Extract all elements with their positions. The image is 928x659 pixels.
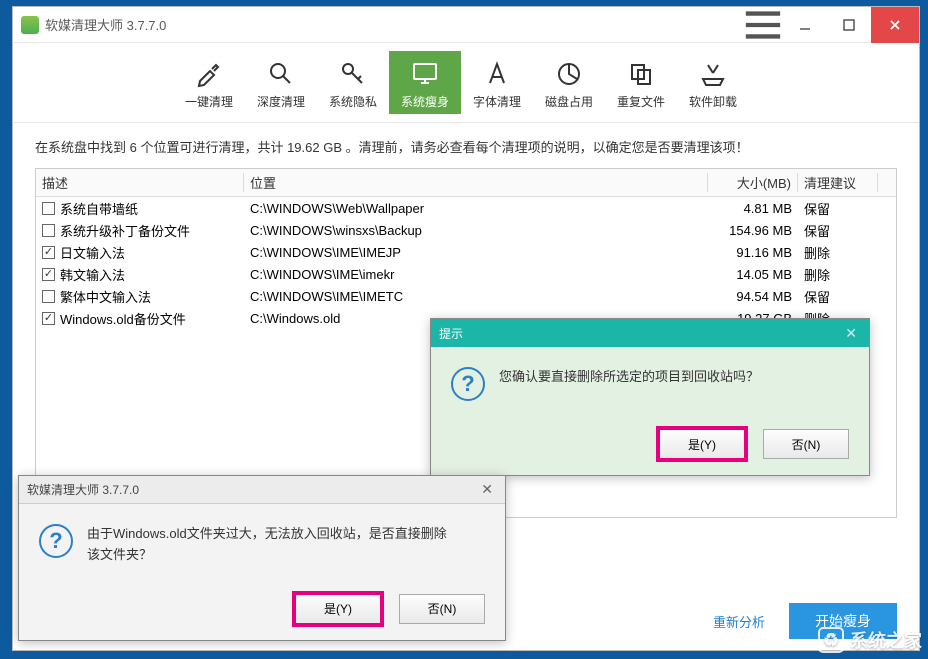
windowsold-dialog: 软媒清理大师 3.7.7.0 ✕ ? 由于Windows.old文件夹过大，无法… [18,475,506,641]
tool-label: 系统瘦身 [401,93,449,110]
row-suggestion: 删除 [798,265,878,284]
col-sug-header[interactable]: 清理建议 [798,173,878,192]
dialog2-body: ? 由于Windows.old文件夹过大，无法放入回收站，是否直接删除该文件夹？ [19,504,505,584]
dialog2-buttons: 是(Y) 否(N) [19,584,505,640]
row-suggestion: 保留 [798,287,878,306]
tool-label: 磁盘占用 [545,93,593,110]
maximize-button[interactable] [827,7,871,43]
row-size: 94.54 MB [708,289,798,304]
row-suggestion: 删除 [798,243,878,262]
duplicate-icon [626,57,656,91]
tool-label: 重复文件 [617,93,665,110]
table-header: 描述 位置 大小(MB) 清理建议 [36,169,896,197]
piechart-icon [554,57,584,91]
row-checkbox[interactable] [42,290,55,303]
yes-button[interactable]: 是(Y) [295,594,381,624]
row-size: 91.16 MB [708,245,798,260]
dialog-title: 提示 [439,325,463,342]
col-size-header[interactable]: 大小(MB) [708,173,798,192]
dialog2-titlebar: 软媒清理大师 3.7.7.0 ✕ [19,476,505,504]
brush-icon [194,57,224,91]
tool-font[interactable]: 字体清理 [461,51,533,114]
yes-button[interactable]: 是(Y) [659,429,745,459]
titlebar: 软媒清理大师 3.7.7.0 [13,7,919,43]
col-loc-header[interactable]: 位置 [244,173,708,192]
tool-piechart[interactable]: 磁盘占用 [533,51,605,114]
row-checkbox[interactable] [42,202,55,215]
row-size: 4.81 MB [708,201,798,216]
tool-label: 软件卸载 [689,93,737,110]
tool-label: 字体清理 [473,93,521,110]
row-checkbox[interactable]: ✓ [42,268,55,281]
row-desc: Windows.old备份文件 [60,309,186,328]
row-desc: 日文输入法 [60,243,125,262]
tool-magnifier[interactable]: 深度清理 [245,51,317,114]
font-icon [482,57,512,91]
tool-recycle[interactable]: 软件卸载 [677,51,749,114]
tool-brush[interactable]: 一键清理 [173,51,245,114]
tool-monitor[interactable]: 系统瘦身 [389,51,461,114]
start-button[interactable]: 开始瘦身 [789,603,897,639]
tool-duplicate[interactable]: 重复文件 [605,51,677,114]
table-row[interactable]: 系统升级补丁备份文件 C:\WINDOWS\winsxs\Backup154.96… [36,219,896,241]
recycle-icon [698,57,728,91]
close-button[interactable] [871,7,919,43]
table-row[interactable]: ✓ 韩文输入法 C:\WINDOWS\IME\imekr14.05 MB删除 [36,263,896,285]
no-button[interactable]: 否(N) [763,429,849,459]
confirm-dialog: 提示 ✕ ? 您确认要直接删除所选定的项目到回收站吗？ 是(Y) 否(N) [430,318,870,476]
dialog-body: ? 您确认要直接删除所选定的项目到回收站吗？ [431,347,869,419]
dialog2-message: 由于Windows.old文件夹过大，无法放入回收站，是否直接删除该文件夹？ [87,524,447,566]
dialog-titlebar: 提示 ✕ [431,319,869,347]
minimize-button[interactable] [783,7,827,43]
row-location: C:\WINDOWS\IME\IMETC [244,289,708,304]
row-checkbox[interactable]: ✓ [42,312,55,325]
question-icon: ? [451,367,485,401]
tool-label: 一键清理 [185,93,233,110]
table-row[interactable]: ✓ 日文输入法 C:\WINDOWS\IME\IMEJP91.16 MB删除 [36,241,896,263]
table-row[interactable]: 系统自带墙纸 C:\WINDOWS\Web\Wallpaper4.81 MB保留 [36,197,896,219]
row-desc: 系统升级补丁备份文件 [60,221,190,240]
row-size: 14.05 MB [708,267,798,282]
row-location: C:\WINDOWS\IME\imekr [244,267,708,282]
dialog-message: 您确认要直接删除所选定的项目到回收站吗？ [499,367,759,388]
row-desc: 韩文输入法 [60,265,125,284]
row-checkbox[interactable] [42,224,55,237]
row-suggestion: 保留 [798,221,878,240]
tool-label: 深度清理 [257,93,305,110]
dialog-close-icon[interactable]: ✕ [841,325,861,342]
row-suggestion: 保留 [798,199,878,218]
app-icon [21,16,39,34]
row-location: C:\WINDOWS\Web\Wallpaper [244,201,708,216]
magnifier-icon [266,57,296,91]
row-size: 154.96 MB [708,223,798,238]
dialog2-close-icon[interactable]: ✕ [477,481,497,498]
tool-label: 系统隐私 [329,93,377,110]
table-row[interactable]: 繁体中文输入法 C:\WINDOWS\IME\IMETC94.54 MB保留 [36,285,896,307]
row-desc: 繁体中文输入法 [60,287,151,306]
dialog-buttons: 是(Y) 否(N) [431,419,869,475]
main-toolbar: 一键清理 深度清理 系统隐私 系统瘦身 字体清理 磁盘占用 重复文件 软件卸载 [13,43,919,123]
col-desc-header[interactable]: 描述 [36,173,244,192]
row-location: C:\WINDOWS\winsxs\Backup [244,223,708,238]
row-desc: 系统自带墙纸 [60,199,138,218]
dialog2-title: 软媒清理大师 3.7.7.0 [27,481,139,498]
monitor-icon [410,57,440,91]
reanalyze-link[interactable]: 重新分析 [713,612,765,631]
row-checkbox[interactable]: ✓ [42,246,55,259]
window-title: 软媒清理大师 3.7.7.0 [45,15,743,34]
tool-key[interactable]: 系统隐私 [317,51,389,114]
row-location: C:\WINDOWS\IME\IMEJP [244,245,708,260]
question-icon: ? [39,524,73,558]
summary-text: 在系统盘中找到 6 个位置可进行清理，共计 19.62 GB 。清理前，请务必查… [35,137,897,156]
key-icon [338,57,368,91]
no-button[interactable]: 否(N) [399,594,485,624]
hamburger-menu-button[interactable] [743,7,783,43]
